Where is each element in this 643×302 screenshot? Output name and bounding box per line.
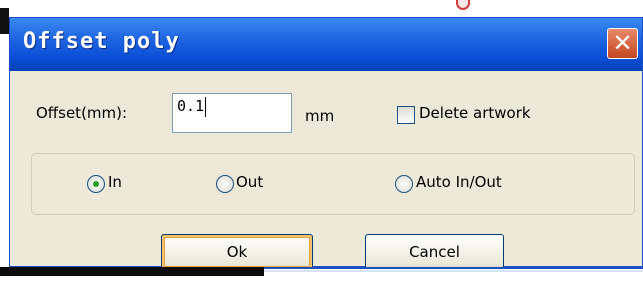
close-button[interactable]: ✕	[607, 28, 638, 59]
background-light-edge	[264, 270, 643, 272]
close-icon: ✕	[612, 29, 633, 57]
background-dark-strip	[0, 267, 264, 276]
background-window-bottom	[0, 267, 643, 302]
radio-auto-in-out-label[interactable]: Auto In/Out	[416, 173, 502, 191]
ok-button[interactable]: Ok	[161, 234, 313, 270]
offset-input[interactable]: 0.1	[172, 93, 292, 133]
radio-out[interactable]	[216, 175, 234, 193]
direction-group: In Out Auto In/Out	[31, 153, 635, 215]
offset-value: 0.1	[177, 97, 205, 115]
radio-in-label[interactable]: In	[108, 173, 122, 191]
delete-artwork-label[interactable]: Delete artwork	[419, 104, 531, 122]
offset-poly-dialog: Offset poly ✕ Offset(mm): 0.1 mm Delete …	[9, 17, 643, 270]
cancel-button[interactable]: Cancel	[365, 234, 504, 270]
title-bar[interactable]: Offset poly ✕	[10, 18, 642, 71]
radio-auto-in-out[interactable]	[395, 175, 413, 193]
dialog-body: Offset(mm): 0.1 mm Delete artwork In Out…	[14, 71, 638, 270]
offset-label: Offset(mm):	[36, 104, 128, 122]
delete-artwork-checkbox[interactable]	[397, 106, 415, 124]
red-circle-icon	[456, 0, 470, 10]
text-caret	[205, 97, 207, 117]
radio-in[interactable]	[87, 175, 105, 193]
background-window-edge	[0, 8, 9, 34]
background-blue-edge	[264, 267, 643, 269]
dialog-title: Offset poly	[23, 29, 180, 54]
radio-out-label[interactable]: Out	[236, 173, 263, 191]
unit-label: mm	[305, 107, 335, 125]
